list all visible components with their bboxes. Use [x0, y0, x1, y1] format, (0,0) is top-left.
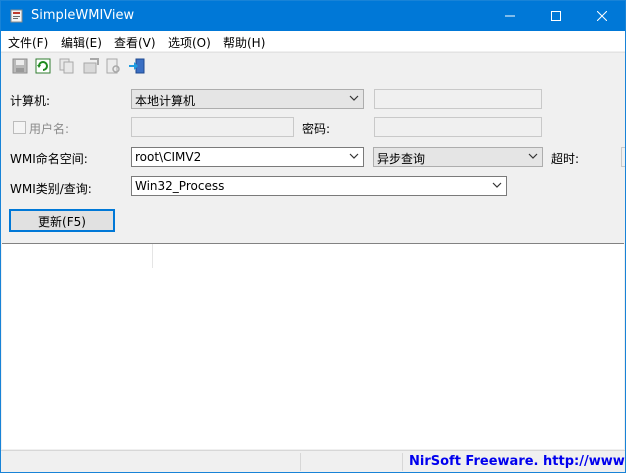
menu-edit[interactable]: 编辑(E): [61, 34, 102, 51]
status-pane-left: [1, 453, 301, 471]
namespace-label: WMI命名空间:: [10, 152, 88, 166]
menu-help[interactable]: 帮助(H): [223, 34, 265, 51]
timeout-field[interactable]: [621, 147, 625, 167]
remote-computer-field[interactable]: [374, 89, 542, 109]
password-field[interactable]: [374, 117, 542, 137]
app-window: SimpleWMIView 文件(F) 编辑(E) 查看(V) 选项(O) 帮助…: [0, 0, 626, 473]
class-label: WMI类别/查询:: [10, 182, 92, 196]
chevron-down-icon: [528, 153, 538, 159]
username-label: 用户名:: [29, 122, 70, 136]
password-label: 密码:: [302, 122, 331, 136]
maximize-icon: [551, 11, 561, 21]
window-title: SimpleWMIView: [31, 8, 135, 23]
menu-file[interactable]: 文件(F): [8, 34, 48, 51]
namespace-select-value: root\CIMV2: [135, 150, 202, 164]
chevron-down-icon: [349, 95, 359, 101]
computer-label: 计算机:: [10, 94, 51, 108]
class-select-value: Win32_Process: [135, 179, 225, 193]
menu-options[interactable]: 选项(O): [168, 34, 211, 51]
nirsoft-link[interactable]: NirSoft Freeware. http://www.nirs: [409, 454, 625, 469]
app-icon: [10, 9, 23, 23]
results-list[interactable]: [2, 243, 624, 449]
close-button[interactable]: [579, 1, 625, 31]
chevron-down-icon: [349, 153, 359, 159]
close-icon: [597, 11, 607, 21]
title-bar[interactable]: SimpleWMIView: [1, 1, 625, 31]
username-checkbox[interactable]: [13, 121, 26, 134]
class-select[interactable]: Win32_Process: [131, 176, 507, 196]
query-mode-value: 异步查询: [377, 152, 426, 166]
status-pane-middle: [301, 453, 403, 471]
menu-view[interactable]: 查看(V): [114, 34, 156, 51]
timeout-label: 超时:: [551, 152, 580, 166]
username-field[interactable]: [131, 117, 294, 137]
copy-icon[interactable]: [58, 57, 76, 75]
computer-select-value: 本地计算机: [135, 94, 196, 108]
status-bar: NirSoft Freeware. http://www.nirs: [1, 450, 625, 472]
report-icon[interactable]: [104, 57, 122, 75]
menu-bar: 文件(F) 编辑(E) 查看(V) 选项(O) 帮助(H): [1, 31, 625, 51]
maximize-button[interactable]: [533, 1, 579, 31]
refresh-icon[interactable]: [34, 57, 52, 75]
column-divider: [152, 244, 153, 268]
refresh-button[interactable]: 更新(F5): [9, 209, 115, 232]
properties-icon[interactable]: [82, 57, 100, 75]
chevron-down-icon: [492, 182, 502, 188]
namespace-select[interactable]: root\CIMV2: [131, 147, 364, 167]
minimize-icon: [505, 15, 515, 17]
save-icon[interactable]: [11, 57, 29, 75]
computer-select[interactable]: 本地计算机: [131, 89, 364, 109]
exit-icon[interactable]: [128, 57, 146, 75]
toolbar: [1, 52, 625, 78]
query-mode-select[interactable]: 异步查询: [373, 147, 543, 167]
minimize-button[interactable]: [487, 1, 533, 31]
